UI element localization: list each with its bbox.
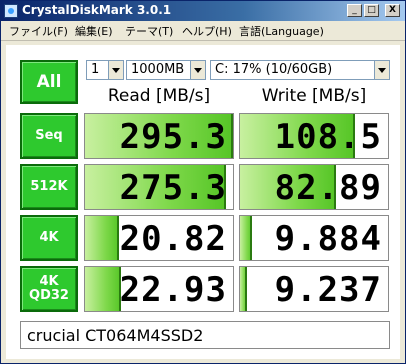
chevron-down-icon[interactable] xyxy=(108,61,123,79)
test-size-value: 1000MB xyxy=(131,62,185,77)
seq-write-result: 108.5 xyxy=(239,113,389,159)
menu-theme[interactable]: テーマ(T) xyxy=(125,23,173,39)
app-window: CrystalDiskMark 3.0.1 _ □ X ファイル(F) 編集(E… xyxy=(0,0,406,364)
4k-qd32-test-button[interactable]: 4K QD32 xyxy=(20,266,78,312)
close-button[interactable]: X xyxy=(385,4,400,17)
4k-qd32-label-line1: 4K xyxy=(39,273,59,289)
bar-edge xyxy=(249,216,252,260)
512k-test-button[interactable]: 512K xyxy=(20,164,78,210)
read-column-header: Read [MB/s] xyxy=(107,86,211,106)
4k-qd32-label-line2: QD32 xyxy=(29,288,69,303)
chevron-down-icon[interactable] xyxy=(374,61,389,79)
menu-help[interactable]: ヘルプ(H) xyxy=(182,23,232,39)
seq-read-result: 295.3 xyxy=(84,113,234,159)
menu-edit[interactable]: 編集(E) xyxy=(75,23,113,39)
512k-read-value: 275.3 xyxy=(119,168,227,208)
512k-write-value: 82.89 xyxy=(274,168,382,208)
4k-write-value: 9.884 xyxy=(274,219,382,259)
512k-write-result: 82.89 xyxy=(239,164,389,210)
seq-test-button[interactable]: Seq xyxy=(20,113,78,159)
app-icon xyxy=(4,4,18,18)
test-size-select[interactable]: 1000MB xyxy=(126,60,206,80)
minimize-button[interactable]: _ xyxy=(347,4,362,17)
chevron-down-icon[interactable] xyxy=(190,61,205,79)
drive-value: C: 17% (10/60GB) xyxy=(215,62,333,77)
4k-qd32-write-result: 9.237 xyxy=(239,266,389,312)
seq-write-value: 108.5 xyxy=(274,117,382,157)
passes-value: 1 xyxy=(91,62,100,77)
512k-read-result: 275.3 xyxy=(84,164,234,210)
title-bar[interactable]: CrystalDiskMark 3.0.1 _ □ X xyxy=(1,1,405,21)
4k-qd32-read-value: 22.93 xyxy=(119,270,227,310)
4k-write-result: 9.884 xyxy=(239,215,389,261)
write-column-header: Write [MB/s] xyxy=(261,86,367,106)
4k-qd32-read-bar xyxy=(85,267,121,311)
drive-select[interactable]: C: 17% (10/60GB) xyxy=(210,60,390,80)
passes-select[interactable]: 1 xyxy=(86,60,124,80)
window-title: CrystalDiskMark 3.0.1 xyxy=(22,3,172,17)
bar-edge xyxy=(231,114,233,158)
menu-file[interactable]: ファイル(F) xyxy=(9,23,68,39)
drive-model-field[interactable]: crucial CT064M4SSD2 xyxy=(20,321,390,349)
menu-language[interactable]: 言語(Language) xyxy=(239,23,324,39)
all-button[interactable]: All xyxy=(20,60,78,104)
seq-read-value: 295.3 xyxy=(119,117,227,157)
4k-test-button[interactable]: 4K xyxy=(20,215,78,261)
maximize-button[interactable]: □ xyxy=(364,4,379,17)
4k-read-bar xyxy=(85,216,120,260)
4k-qd32-write-value: 9.237 xyxy=(274,270,382,310)
menu-bar: ファイル(F) 編集(E) テーマ(T) ヘルプ(H) 言語(Language) xyxy=(1,21,405,41)
4k-qd32-read-result: 22.93 xyxy=(84,266,234,312)
bar-edge xyxy=(245,267,248,311)
main-panel: All 1 1000MB C: 17% (10/60GB) Read [MB/s… xyxy=(6,45,400,359)
4k-read-result: 20.82 xyxy=(84,215,234,261)
4k-read-value: 20.82 xyxy=(119,219,227,259)
